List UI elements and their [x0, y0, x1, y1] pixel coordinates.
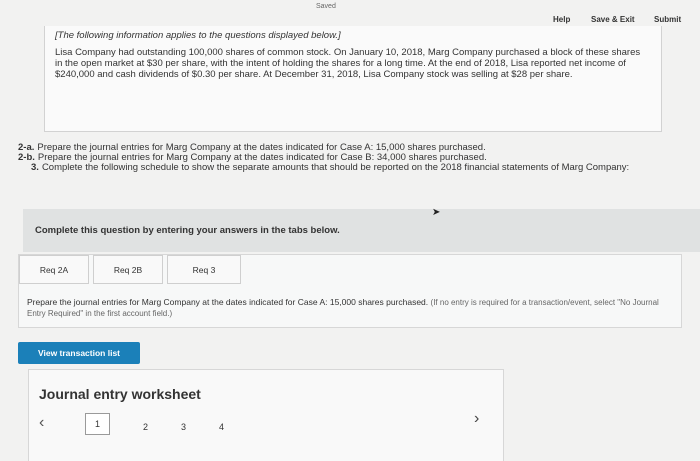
submit-link[interactable]: Submit — [654, 15, 681, 24]
save-exit-link[interactable]: Save & Exit — [591, 15, 635, 24]
info-body: Lisa Company had outstanding 100,000 sha… — [55, 47, 641, 80]
saved-status: Saved — [316, 3, 336, 10]
page-3-button[interactable]: 3 — [181, 422, 186, 432]
journal-worksheet-panel: Journal entry worksheet ‹ 1 2 3 4 › — [28, 369, 504, 461]
chevron-left-icon[interactable]: ‹ — [39, 414, 44, 432]
requirements-list: 2-a. Prepare the journal entries for Mar… — [18, 143, 683, 173]
page-4-button[interactable]: 4 — [219, 422, 224, 432]
requirement-label: 3. — [31, 162, 39, 173]
info-heading: [The following information applies to th… — [55, 30, 341, 41]
instruction-bar: Complete this question by entering your … — [23, 209, 700, 252]
view-transaction-list-button[interactable]: View transaction list — [18, 342, 140, 364]
tab-instruction: Prepare the journal entries for Marg Com… — [27, 297, 672, 319]
page-1-button[interactable]: 1 — [85, 413, 110, 435]
tab-req-3[interactable]: Req 3 — [167, 255, 241, 284]
page-2-button[interactable]: 2 — [143, 422, 148, 432]
worksheet-title: Journal entry worksheet — [39, 386, 201, 402]
tab-req-2a[interactable]: Req 2A — [19, 255, 89, 284]
question-info-box: [The following information applies to th… — [44, 26, 662, 132]
help-link[interactable]: Help — [553, 15, 570, 24]
chevron-right-icon[interactable]: › — [474, 410, 479, 428]
tab-req-2b[interactable]: Req 2B — [93, 255, 163, 284]
requirement-3: 3. Complete the following schedule to sh… — [18, 163, 683, 173]
tab-panel: Req 2A Req 2B Req 3 Prepare the journal … — [18, 254, 682, 328]
requirement-text: Complete the following schedule to show … — [41, 162, 630, 173]
tab-instruction-text: Prepare the journal entries for Marg Com… — [27, 297, 429, 307]
mouse-cursor-icon: ➤ — [432, 207, 441, 218]
